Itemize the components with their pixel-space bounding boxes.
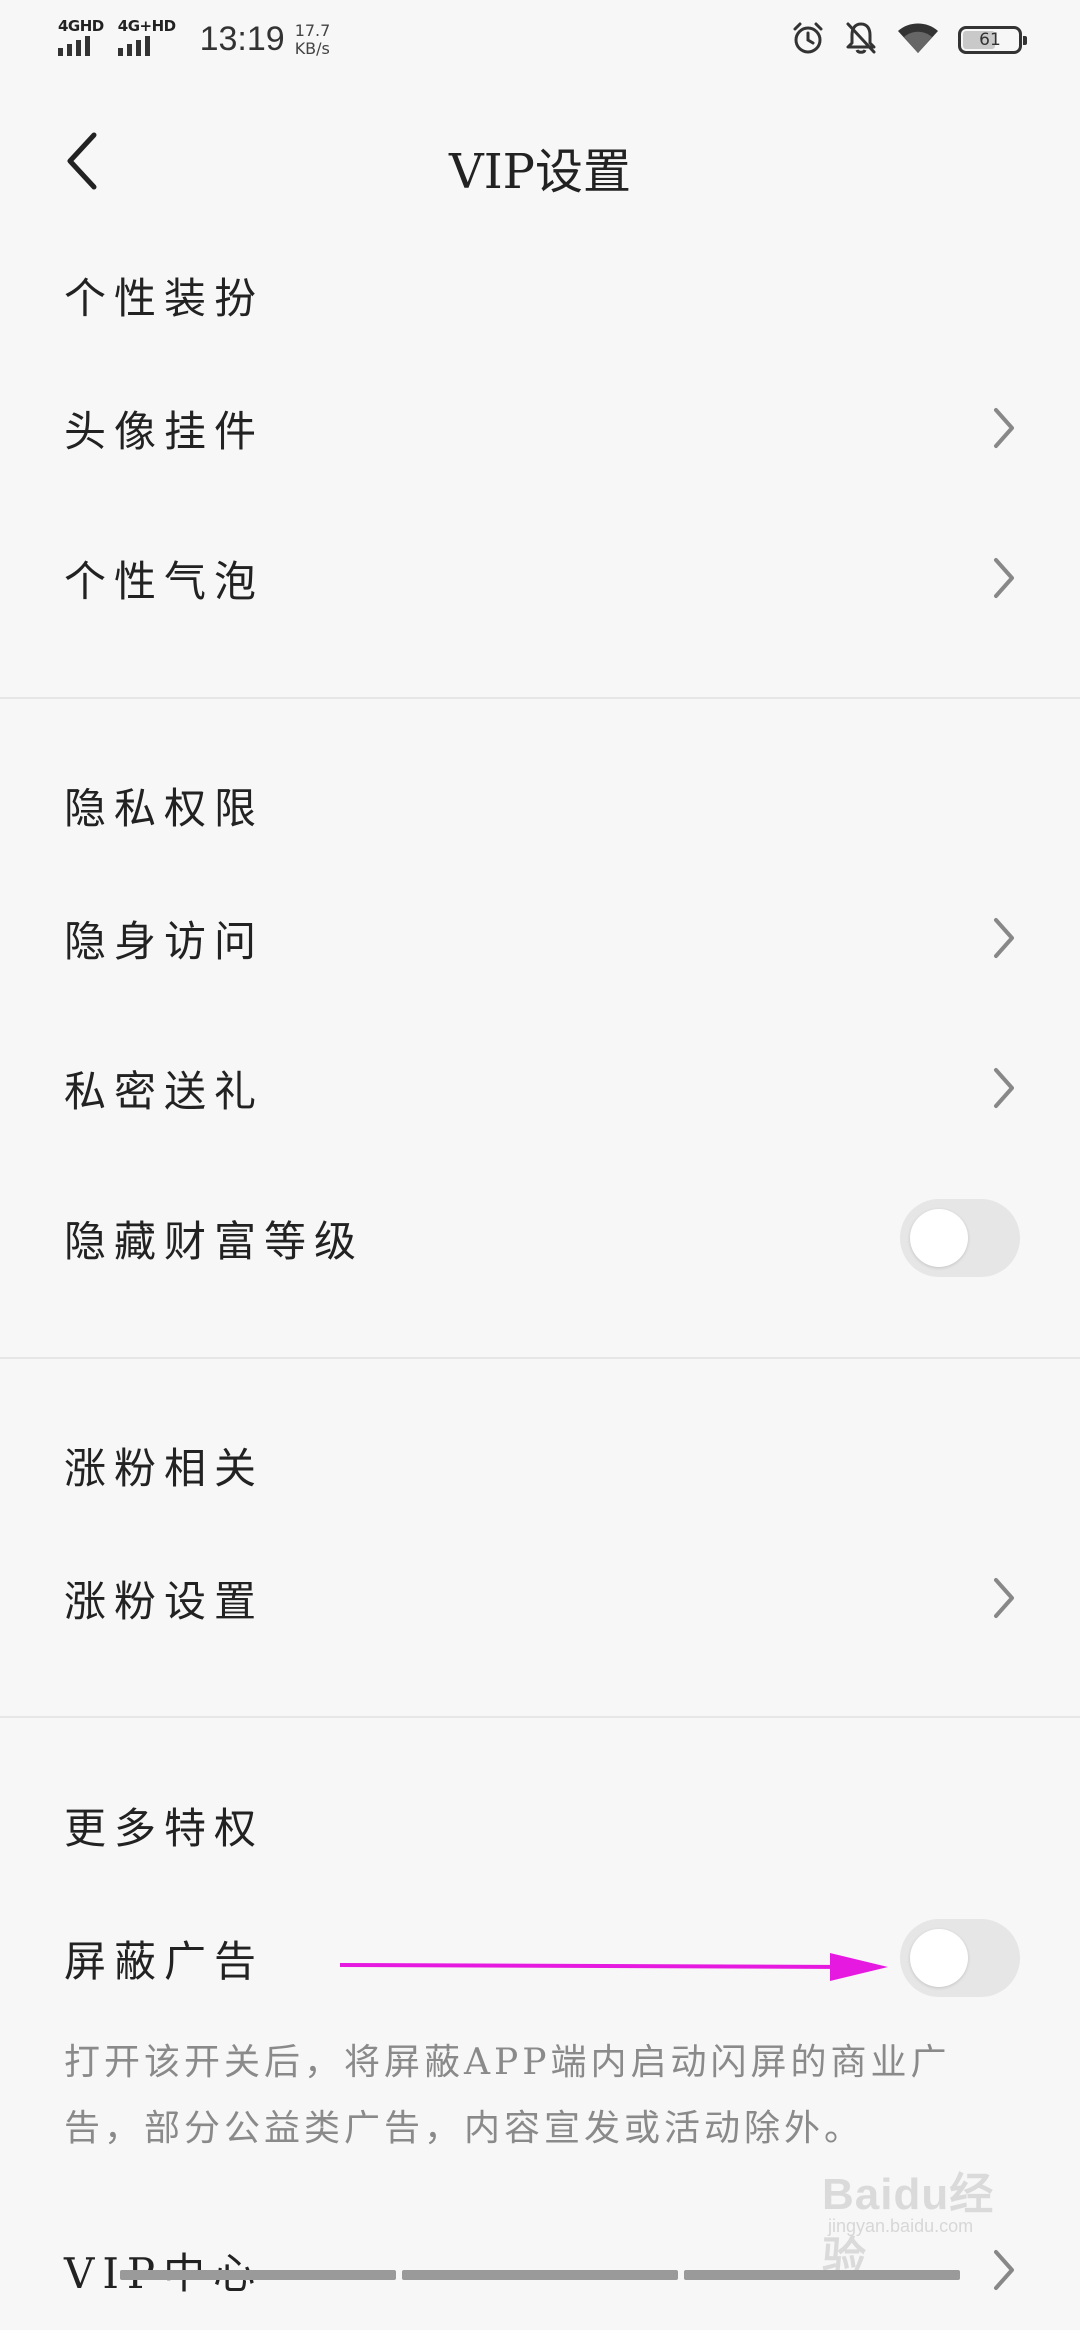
section-title-privacy: 隐私权限 <box>64 784 265 833</box>
row-label: 私密送礼 <box>64 1066 265 1116</box>
block-ads-description: 打开该开关后，将屏蔽APP端内启动闪屏的商业广告，部分公益类广告，内容宣发或活动… <box>64 2042 951 2149</box>
chevron-right-icon <box>984 913 1024 963</box>
chevron-right-icon <box>984 1063 1024 1113</box>
annotation-arrow <box>340 1953 888 1981</box>
row-label: 头像挂件 <box>64 406 265 456</box>
row-label: 个性气泡 <box>64 556 265 606</box>
row-invisible-visit[interactable]: 隐身访问 <box>0 878 1080 998</box>
status-right: 61 <box>790 20 1027 60</box>
row-label: 涨粉设置 <box>64 1576 265 1626</box>
row-chat-bubble[interactable]: 个性气泡 <box>0 518 1080 638</box>
chevron-right-icon <box>984 1573 1024 1623</box>
status-time: 13:19 <box>199 20 285 58</box>
section-divider <box>0 697 1080 699</box>
alarm-icon <box>790 20 826 60</box>
row-label: 隐藏财富等级 <box>64 1216 365 1266</box>
status-left: 4GHD 4G+HD 13:19 17.7 KB/s <box>58 18 330 59</box>
page-title: VIP设置 <box>449 144 631 200</box>
section-title-more: 更多特权 <box>64 1804 265 1853</box>
section-divider <box>0 1716 1080 1718</box>
network-type-1: 4GHD <box>58 17 104 35</box>
app-header: VIP设置 <box>0 110 1080 210</box>
network-speed-unit: KB/s <box>294 39 330 58</box>
signal-bars-icon <box>58 36 104 56</box>
network-type-2: 4G+HD <box>117 17 176 35</box>
section-divider <box>0 1357 1080 1359</box>
battery-level: 61 <box>979 30 1001 50</box>
signal-indicator-2: 4G+HD <box>117 17 176 56</box>
row-label: 隐身访问 <box>64 916 265 966</box>
row-follower-settings[interactable]: 涨粉设置 <box>0 1538 1080 1658</box>
network-speed: 17.7 KB/s <box>295 22 331 58</box>
row-label: 屏蔽广告 <box>64 1936 265 1986</box>
toggle-knob <box>910 1209 968 1267</box>
hide-wealth-level-toggle[interactable] <box>900 1199 1020 1277</box>
section-title-followers: 涨粉相关 <box>64 1444 265 1493</box>
bottom-strip <box>120 2270 960 2280</box>
toggle-knob <box>910 1929 968 1987</box>
wifi-icon <box>896 21 940 59</box>
network-speed-value: 17.7 <box>294 21 331 40</box>
mute-bell-icon <box>844 20 878 60</box>
chevron-right-icon <box>984 553 1024 603</box>
block-ads-toggle[interactable] <box>900 1919 1020 1997</box>
watermark-sub: jingyan.baidu.com <box>828 2216 974 2236</box>
status-bar: 4GHD 4G+HD 13:19 17.7 KB/s 61 <box>0 0 1080 84</box>
signal-indicator-1: 4GHD <box>58 18 104 56</box>
battery-icon: 61 <box>958 26 1027 54</box>
signal-bars-icon <box>117 36 176 56</box>
row-private-gift[interactable]: 私密送礼 <box>0 1028 1080 1148</box>
baidu-jingyan-watermark: Baidu经验 jingyan.baidu.com <box>822 2158 1032 2283</box>
row-avatar-pendant[interactable]: 头像挂件 <box>0 368 1080 488</box>
chevron-right-icon <box>984 403 1024 453</box>
section-title-personal: 个性装扮 <box>64 274 265 323</box>
row-hide-wealth-level: 隐藏财富等级 <box>0 1178 1080 1298</box>
